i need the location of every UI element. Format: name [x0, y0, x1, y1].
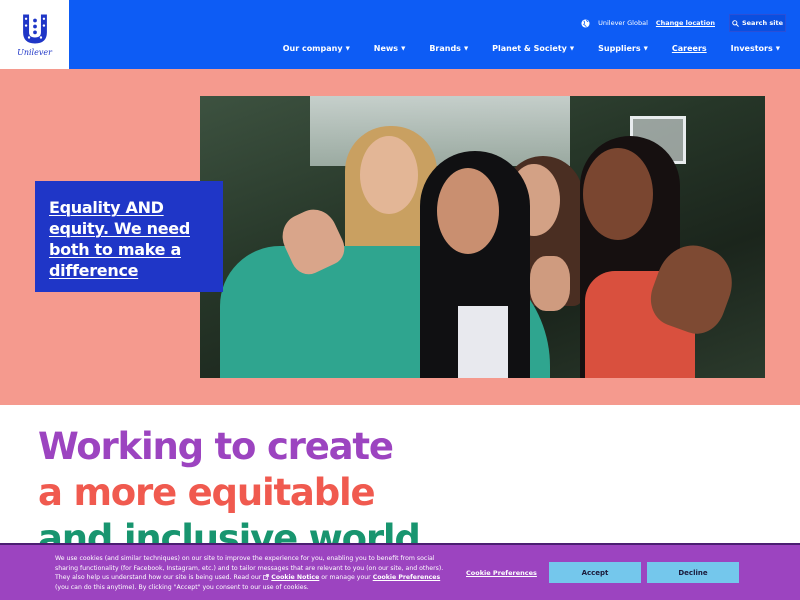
nav-item-our-company[interactable]: Our company ▼ — [283, 44, 350, 53]
site-header: Unilever Unilever Global Change location… — [0, 0, 800, 69]
nav-label: Brands — [429, 44, 461, 53]
nav-item-brands[interactable]: Brands ▼ — [429, 44, 468, 53]
photo-clothing — [458, 306, 508, 378]
chevron-down-icon: ▼ — [643, 45, 648, 52]
nav-item-investors[interactable]: Investors ▼ — [731, 44, 780, 53]
globe-icon — [581, 18, 590, 28]
cookie-text-part: or manage your — [319, 574, 373, 582]
cookie-notice-text: We use cookies (and similar techniques) … — [55, 554, 445, 592]
chevron-down-icon: ▼ — [775, 45, 780, 52]
cookie-text-part: (you can do this anytime). By clicking "… — [55, 583, 309, 591]
nav-label: Our company — [282, 44, 343, 53]
change-location-link[interactable]: Change location — [656, 19, 715, 27]
logo-wordmark: Unilever — [17, 48, 52, 57]
region-label: Unilever Global — [598, 19, 648, 27]
accept-button[interactable]: Accept — [549, 562, 641, 583]
hero-photo — [200, 96, 765, 378]
photo-face — [360, 136, 418, 214]
unilever-logo[interactable]: Unilever — [0, 0, 69, 69]
chevron-down-icon: ▼ — [569, 45, 575, 52]
headline-line-1: Working to create — [38, 425, 394, 468]
cookie-notice-link[interactable]: Cookie Notice — [271, 574, 319, 581]
hero-callout-text: Equality AND equity. We need both to mak… — [49, 198, 190, 280]
chevron-down-icon: ▼ — [463, 45, 469, 52]
nav-label: Careers — [671, 44, 707, 53]
nav-label: Suppliers — [598, 44, 641, 53]
nav-label: Planet & Society — [492, 44, 567, 53]
chevron-down-icon: ▼ — [345, 45, 350, 52]
photo-face — [437, 168, 499, 254]
external-link-icon — [263, 573, 270, 580]
cookie-preferences-button[interactable]: Cookie Preferences — [466, 569, 537, 577]
cookie-preferences-inline-link[interactable]: Cookie Preferences — [373, 574, 441, 581]
nav-item-planet-society[interactable]: Planet & Society ▼ — [492, 44, 574, 53]
cookie-banner: We use cookies (and similar techniques) … — [0, 543, 800, 600]
nav-item-suppliers[interactable]: Suppliers ▼ — [598, 44, 648, 53]
photo-face — [583, 148, 653, 240]
search-icon — [732, 19, 739, 27]
search-button[interactable]: Search site — [729, 14, 786, 32]
main-nav: Our company ▼ News ▼ Brands ▼ Planet & Soci… — [259, 44, 780, 53]
nav-item-careers[interactable]: Careers — [672, 44, 707, 53]
headline-line-2: a more equitable — [38, 471, 376, 514]
page-headline: Working to create a more equitable and i… — [38, 424, 421, 562]
hero-callout-link[interactable]: Equality AND equity. We need both to mak… — [35, 181, 223, 292]
unilever-logo-icon — [22, 14, 47, 44]
chevron-down-icon: ▼ — [401, 45, 406, 52]
hero-section: Equality AND equity. We need both to mak… — [0, 69, 800, 405]
nav-item-news[interactable]: News ▼ — [374, 44, 406, 53]
nav-label: Investors — [730, 44, 773, 53]
decline-button[interactable]: Decline — [647, 562, 739, 583]
photo-hand — [530, 256, 570, 311]
nav-label: News — [373, 44, 399, 53]
utility-bar: Unilever Global Change location Search s… — [581, 14, 786, 32]
search-label: Search site — [741, 19, 784, 27]
